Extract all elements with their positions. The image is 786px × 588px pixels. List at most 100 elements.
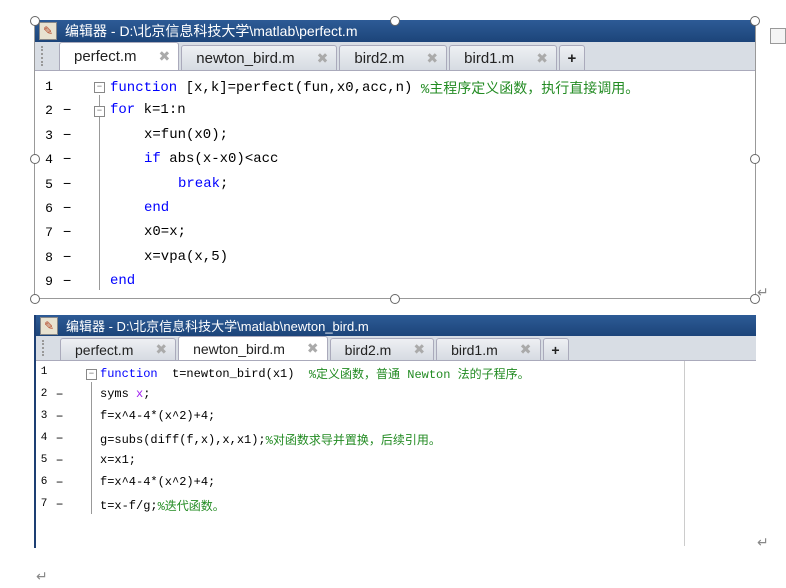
close-tab-icon[interactable]: ✖: [307, 340, 319, 357]
fold-toggle-icon[interactable]: −: [94, 82, 105, 93]
new-tab-button[interactable]: +: [558, 45, 585, 70]
close-tab-icon[interactable]: ✖: [413, 341, 425, 358]
resize-handle[interactable]: [750, 16, 760, 26]
fold-toggle-icon[interactable]: −: [94, 106, 105, 118]
tab-bird2-m[interactable]: bird2.m ✖: [329, 338, 435, 360]
breakpoint-marker[interactable]: −: [63, 177, 71, 193]
line-number: 4: [45, 152, 53, 168]
breakpoint-marker[interactable]: −: [56, 454, 63, 468]
breakpoint-marker[interactable]: −: [63, 128, 71, 144]
tab-bar: perfect.m ✖ newton_bird.m ✖ bird2.m ✖ bird1.m ✖…: [36, 336, 756, 361]
code-token-com: %定义函数，普通 Newton 法的子程序。: [308, 368, 530, 382]
tab-newton-bird-m[interactable]: newton_bird.m ✖: [181, 45, 338, 70]
close-tab-icon[interactable]: ✖: [426, 50, 438, 67]
resize-handle[interactable]: [390, 294, 400, 304]
code-line: x=fun(x0);: [144, 127, 228, 143]
paragraph-mark-icon: ↵: [36, 568, 48, 584]
line-number: 6: [40, 476, 48, 488]
code-token-kw: break: [178, 175, 221, 192]
close-tab-icon[interactable]: ✖: [159, 48, 171, 65]
fold-guide: [99, 95, 100, 291]
breakpoint-marker[interactable]: −: [56, 498, 63, 512]
line-number: 3: [40, 410, 48, 422]
breakpoint-marker[interactable]: −: [63, 250, 71, 266]
code-token-plain: k=1:n: [135, 102, 186, 119]
code-token-com: %对函数求导并置换，后续引用。: [265, 434, 441, 448]
editor-window-newton-bird: ✎ 编辑器 - D:\北京信息科技大学\matlab\newton_bird.m …: [34, 315, 756, 548]
tab-label: newton_bird.m: [193, 340, 285, 357]
line-number: 8: [45, 249, 53, 265]
resize-handle[interactable]: [750, 154, 760, 164]
resize-handle[interactable]: [30, 154, 40, 164]
fold-toggle-icon[interactable]: −: [86, 369, 97, 380]
breakpoint-marker[interactable]: −: [63, 225, 71, 241]
tab-grip[interactable]: [41, 46, 53, 66]
code-token-kw: end: [110, 273, 136, 290]
tab-newton-bird-m[interactable]: newton_bird.m ✖: [178, 336, 328, 360]
code-token-plain: ;: [143, 387, 151, 401]
tab-label: bird2.m: [344, 341, 392, 358]
code-token-plain: x=vpa(x,5): [144, 248, 229, 265]
resize-handle[interactable]: [30, 294, 40, 304]
line-number: 6: [45, 201, 53, 216]
code-line: g=subs(diff(f,x),x,x1); %对函数求导并置换，后续引用。: [100, 431, 441, 449]
fold-guide: [91, 382, 92, 514]
window-title: 编辑器 - D:\北京信息科技大学\matlab\newton_bird.m: [66, 319, 369, 334]
code-area[interactable]: 1− function t=newton_bird(x1) %定义函数，普通 Ne…: [36, 361, 685, 546]
breakpoint-marker[interactable]: −: [56, 432, 63, 446]
breakpoint-marker[interactable]: −: [63, 274, 71, 290]
new-tab-button[interactable]: +: [542, 338, 569, 360]
line-number: 7: [40, 498, 48, 510]
line-number: 2: [45, 103, 53, 119]
line-number: 9: [45, 274, 53, 290]
close-tab-icon[interactable]: ✖: [536, 50, 548, 67]
tab-label: newton_bird.m: [196, 49, 295, 67]
code-token-plain: x0=x;: [144, 224, 187, 241]
breakpoint-marker[interactable]: −: [63, 152, 71, 168]
code-line: function t=newton_bird(x1) %定义函数，普通 Newt…: [100, 365, 530, 383]
code-token-kw: for: [110, 102, 136, 119]
code-line: if abs(x-x0)<acc: [144, 151, 278, 167]
tab-bird1-m[interactable]: bird1.m ✖: [449, 45, 557, 70]
resize-handle[interactable]: [390, 16, 400, 26]
tab-grip[interactable]: [42, 339, 54, 357]
code-line: syms x;: [100, 387, 150, 401]
breakpoint-marker[interactable]: −: [56, 410, 63, 424]
window-title: 编辑器 - D:\北京信息科技大学\matlab\perfect.m: [65, 23, 358, 39]
layout-options-icon[interactable]: [770, 28, 786, 44]
tab-perfect-m[interactable]: perfect.m ✖: [59, 42, 180, 70]
close-tab-icon[interactable]: ✖: [520, 341, 532, 358]
code-token-kw: if: [144, 151, 161, 168]
code-line: x=x1;: [100, 453, 136, 467]
code-token-plain: t=x-f/g;: [100, 498, 158, 513]
tab-label: bird1.m: [464, 49, 515, 67]
code-line: function [x,k]=perfect(fun,x0,acc,n) %主程…: [110, 78, 639, 98]
code-line: end: [110, 273, 135, 289]
code-line: x=vpa(x,5): [144, 249, 228, 265]
tab-bird2-m[interactable]: bird2.m ✖: [339, 45, 448, 70]
code-line: x0=x;: [144, 224, 186, 240]
title-bar: ✎ 编辑器 - D:\北京信息科技大学\matlab\newton_bird.m: [36, 315, 756, 336]
tab-label: perfect.m: [75, 341, 134, 358]
tab-label: perfect.m: [74, 48, 137, 65]
breakpoint-marker[interactable]: −: [63, 201, 71, 217]
code-token-plain: t=newton_bird(x1): [157, 366, 309, 381]
code-token-plain: x=fun(x0);: [144, 126, 229, 143]
code-token-plain: x=x1;: [100, 453, 137, 467]
close-tab-icon[interactable]: ✖: [317, 50, 329, 67]
code-line: break;: [178, 176, 228, 192]
code-token-kw: function: [100, 366, 158, 381]
tab-bird1-m[interactable]: bird1.m ✖: [436, 338, 541, 360]
breakpoint-marker[interactable]: −: [56, 388, 63, 402]
close-tab-icon[interactable]: ✖: [155, 341, 167, 358]
breakpoint-marker[interactable]: −: [63, 103, 71, 119]
resize-handle[interactable]: [30, 16, 40, 26]
code-token-kw: end: [144, 200, 170, 216]
line-number: 5: [45, 176, 53, 192]
tab-perfect-m[interactable]: perfect.m ✖: [60, 338, 177, 360]
editor-pencil-icon: ✎: [40, 316, 58, 335]
code-line: end: [144, 200, 169, 216]
breakpoint-marker[interactable]: −: [56, 476, 63, 490]
code-token-plain: abs(x-x0)<acc: [160, 151, 279, 168]
line-number: 3: [45, 127, 53, 143]
